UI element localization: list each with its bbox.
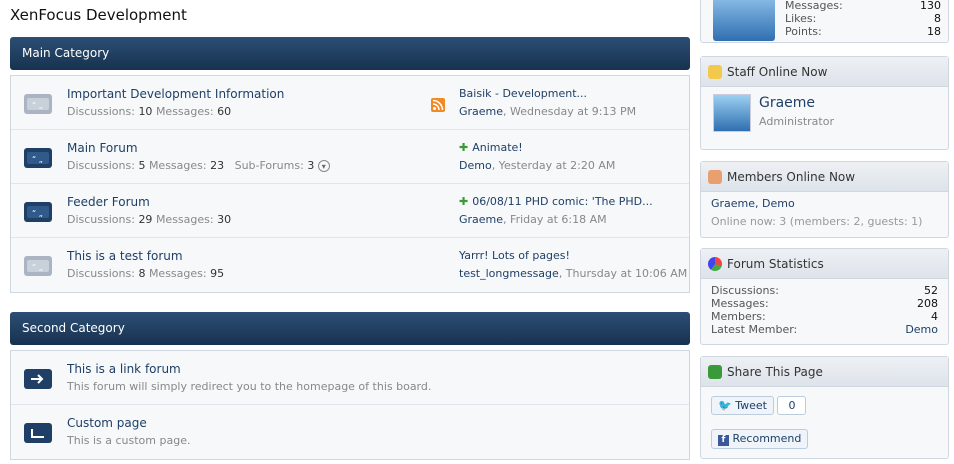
page-node: Custom page This is a custom page. bbox=[11, 405, 689, 459]
forum-description: This forum will simply redirect you to t… bbox=[67, 380, 432, 393]
forum-title[interactable]: This is a link forum bbox=[67, 362, 181, 376]
stat-row: Latest Member: Demo bbox=[711, 323, 938, 336]
link-forum-node: This is a link forum This forum will sim… bbox=[11, 351, 689, 405]
category-second: Second Category This is a link forum Thi… bbox=[10, 312, 690, 460]
stat-row: Discussions: 52 bbox=[711, 284, 938, 297]
stat-row: Messages: 208 bbox=[711, 297, 938, 310]
last-post: ✚ Animate! Demo, Yesterday at 2:20 AM bbox=[459, 141, 615, 172]
last-post-title[interactable]: Yarrr! Lots of pages! bbox=[459, 249, 687, 262]
stat-row: Points: 18 bbox=[785, 25, 941, 38]
forum-node: “ „ This is a test forum Discussions: 8 … bbox=[11, 238, 689, 292]
forum-read-icon[interactable]: “ „ bbox=[23, 252, 53, 279]
avatar[interactable] bbox=[713, 94, 751, 132]
last-post-title[interactable]: Animate! bbox=[472, 141, 523, 154]
category-main: Main Category “ „ Important Development … bbox=[10, 37, 690, 293]
staff-online-panel: Staff Online Now Graeme Administrator bbox=[700, 56, 949, 150]
member-link[interactable]: Graeme bbox=[711, 197, 755, 210]
recommend-button[interactable]: f Recommend bbox=[711, 429, 809, 449]
forum-title[interactable]: Main Forum bbox=[67, 141, 138, 155]
users-icon bbox=[708, 170, 722, 184]
forum-title[interactable]: Important Development Information bbox=[67, 87, 284, 101]
share-panel: Share This Page 🐦 Tweet 0 f Recommend bbox=[700, 356, 949, 459]
page-title: XenFocus Development bbox=[10, 6, 187, 24]
category-header[interactable]: Second Category bbox=[10, 312, 690, 345]
last-post-date: , Friday at 6:18 AM bbox=[503, 213, 607, 226]
stat-row: Messages: 130 bbox=[785, 0, 941, 12]
last-post-title[interactable]: Baisik - Development... bbox=[459, 87, 636, 100]
forum-node: “ „ Feeder Forum Discussions: 29 Message… bbox=[11, 184, 689, 238]
node-list: This is a link forum This forum will sim… bbox=[10, 350, 690, 460]
last-post-title[interactable]: 06/08/11 PHD comic: 'The PHD... bbox=[472, 195, 652, 208]
last-post: Baisik - Development... Graeme, Wednesda… bbox=[459, 87, 636, 118]
facebook-icon: f bbox=[718, 435, 729, 446]
members-online-panel: Members Online Now Graeme, Demo Online n… bbox=[700, 161, 949, 238]
forum-description: This is a custom page. bbox=[67, 434, 191, 447]
last-post-user[interactable]: Graeme bbox=[459, 105, 503, 118]
avatar[interactable] bbox=[713, 0, 775, 41]
forum-unread-icon[interactable]: “ „ bbox=[23, 144, 53, 171]
forum-title[interactable]: Custom page bbox=[67, 416, 147, 430]
share-icon bbox=[708, 365, 722, 379]
panel-header: Forum Statistics bbox=[701, 249, 948, 279]
forum-title[interactable]: Feeder Forum bbox=[67, 195, 150, 209]
forum-stats: Discussions: 5 Messages: 23 Sub-Forums: … bbox=[67, 159, 330, 172]
last-post-user[interactable]: test_longmessage bbox=[459, 267, 559, 280]
page-icon[interactable] bbox=[23, 419, 53, 446]
last-post-user[interactable]: Demo bbox=[459, 159, 492, 172]
forum-stats: Discussions: 29 Messages: 30 bbox=[67, 213, 232, 226]
stat-row: Members: 4 bbox=[711, 310, 938, 323]
forum-node: “ „ Main Forum Discussions: 5 Messages: … bbox=[11, 130, 689, 184]
forum-unread-icon[interactable]: “ „ bbox=[23, 198, 53, 225]
svg-text:“ „: “ „ bbox=[32, 155, 43, 164]
new-post-icon: ✚ bbox=[459, 195, 469, 208]
svg-text:“ „: “ „ bbox=[32, 209, 43, 218]
last-post-user[interactable]: Graeme bbox=[459, 213, 503, 226]
online-summary: Online now: 3 (members: 2, guests: 1) bbox=[711, 215, 923, 228]
node-list: “ „ Important Development Information Di… bbox=[10, 75, 690, 293]
new-post-icon: ✚ bbox=[459, 141, 469, 154]
forum-stats-panel: Forum Statistics Discussions: 52 Messages… bbox=[700, 248, 949, 345]
pie-chart-icon bbox=[708, 257, 722, 271]
last-post: Yarrr! Lots of pages! test_longmessage, … bbox=[459, 249, 687, 280]
rss-icon[interactable] bbox=[431, 98, 445, 112]
visitor-panel: Messages: 130 Likes: 8 Points: 18 bbox=[700, 0, 949, 43]
tweet-button[interactable]: 🐦 Tweet bbox=[711, 396, 774, 415]
forum-stats: Discussions: 10 Messages: 60 bbox=[67, 105, 232, 118]
forum-node: “ „ Important Development Information Di… bbox=[11, 76, 689, 130]
forum-stats: Discussions: 8 Messages: 95 bbox=[67, 267, 225, 280]
forum-title[interactable]: This is a test forum bbox=[67, 249, 183, 263]
staff-role: Administrator bbox=[759, 115, 834, 128]
last-post-date: , Wednesday at 9:13 PM bbox=[503, 105, 637, 118]
staff-name[interactable]: Graeme bbox=[759, 95, 815, 111]
svg-text:“ „: “ „ bbox=[32, 101, 43, 110]
latest-member-link[interactable]: Demo bbox=[905, 323, 938, 336]
link-forum-icon[interactable] bbox=[23, 365, 53, 392]
last-post-date: , Thursday at 10:06 AM bbox=[558, 267, 688, 280]
shield-icon bbox=[708, 65, 722, 79]
tweet-count: 0 bbox=[777, 396, 807, 415]
panel-header: Staff Online Now bbox=[701, 57, 948, 87]
category-header[interactable]: Main Category bbox=[10, 37, 690, 70]
last-post-date: , Yesterday at 2:20 AM bbox=[491, 159, 616, 172]
member-link[interactable]: Demo bbox=[762, 197, 795, 210]
svg-text:“ „: “ „ bbox=[32, 263, 43, 272]
forum-read-icon[interactable]: “ „ bbox=[23, 90, 53, 117]
twitter-bird-icon: 🐦 bbox=[718, 399, 732, 412]
subforums-toggle-icon[interactable]: ▾ bbox=[317, 160, 330, 172]
last-post: ✚ 06/08/11 PHD comic: 'The PHD... Graeme,… bbox=[459, 195, 653, 226]
panel-header: Members Online Now bbox=[701, 162, 948, 192]
panel-header: Share This Page bbox=[701, 357, 948, 387]
stat-row: Likes: 8 bbox=[785, 12, 941, 25]
